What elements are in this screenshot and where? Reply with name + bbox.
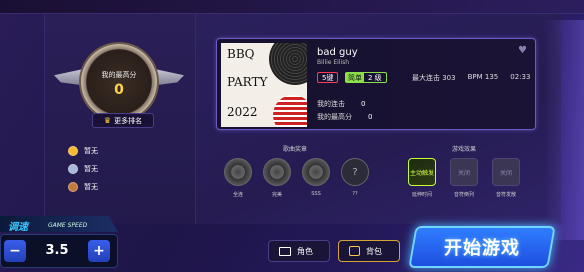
effect-note-scatter-toggle[interactable]: 关闭: [492, 158, 520, 186]
crown-icon: ♛: [103, 116, 112, 125]
rank-ring: 我的最高分 0: [81, 44, 157, 120]
award-perfect-record-icon: [263, 158, 291, 186]
speed-decrease-button[interactable]: −: [4, 240, 26, 262]
effect-extend-time-toggle[interactable]: 主动触发: [408, 158, 436, 186]
award-label-perfect: 完美: [271, 192, 282, 198]
bag-button-label: 背包: [366, 246, 382, 256]
bag-icon: [349, 246, 360, 256]
cover-line-3: 2022: [227, 105, 258, 119]
bronze-medal-icon: [68, 182, 78, 192]
my-combo-row: 我的连击 0: [317, 99, 365, 109]
edge-glow: [544, 20, 584, 240]
start-game-label: 开始游戏: [444, 238, 520, 259]
bag-button[interactable]: 背包: [338, 240, 400, 262]
medal-bronze-text: 暂无: [84, 183, 98, 191]
awards-title: 歌曲奖章: [283, 146, 308, 153]
medal-gold-text: 暂无: [84, 147, 98, 155]
effects-title: 游戏效果: [452, 146, 477, 153]
id-card-icon: [279, 246, 291, 256]
my-best-label: 我的最高分: [317, 113, 352, 121]
song-card[interactable]: BBQ PARTY 2022 bad guy Billie Eilish 5键 …: [216, 38, 536, 130]
album-cover: BBQ PARTY 2022: [221, 43, 307, 127]
my-combo-label: 我的连击: [317, 100, 345, 108]
speed-title-cn: 调速: [8, 222, 28, 233]
silver-medal-icon: [68, 164, 78, 174]
medal-silver-text: 暂无: [84, 165, 98, 173]
song-artist: Billie Eilish: [317, 59, 350, 66]
more-rank-button[interactable]: ♛ 更多排名: [92, 113, 154, 128]
best-score-label: 我的最高分: [101, 71, 137, 79]
speed-increase-button[interactable]: +: [88, 240, 110, 262]
more-rank-label: 更多排名: [114, 116, 143, 125]
my-best-value: 0: [368, 113, 373, 121]
key-count-badge: 5键: [317, 72, 339, 83]
role-button[interactable]: 角色: [268, 240, 330, 262]
difficulty-badge: 简单 2 级: [345, 72, 387, 83]
song-title: bad guy: [317, 47, 358, 58]
medal-list: 暂无 暂无 暂无: [68, 142, 98, 196]
difficulty-level: 2 级: [368, 74, 382, 82]
medal-row-silver: 暂无: [68, 160, 98, 178]
award-full-combo-record-icon: [224, 158, 252, 186]
gold-medal-icon: [68, 146, 78, 156]
role-button-label: 角色: [297, 246, 313, 256]
start-game-button[interactable]: 开始游戏: [408, 226, 556, 268]
my-best-row: 我的最高分 0: [317, 112, 372, 122]
award-sss-record-icon: [302, 158, 330, 186]
bpm: BPM 135: [467, 73, 499, 81]
effect-label-note-reverse: 音符倒列: [453, 192, 474, 198]
speed-value: 3.5: [45, 243, 69, 258]
favorite-heart-icon[interactable]: ♥: [518, 45, 527, 56]
cover-line-1: BBQ: [227, 47, 255, 61]
vinyl-disc-icon: [269, 43, 307, 85]
song-stats: 最大连击 303 BPM 135 02:33: [412, 73, 530, 83]
award-label-sss: SSS: [311, 191, 321, 197]
award-label-full-combo: 全连: [232, 192, 243, 198]
my-combo-value: 0: [361, 100, 366, 108]
cover-line-2: PARTY: [227, 75, 268, 89]
effect-label-extend-time: 延伸时间: [411, 192, 432, 198]
best-score-value: 0: [114, 82, 124, 98]
duration: 02:33: [510, 73, 531, 81]
award-unknown-question-icon: ?: [341, 158, 369, 186]
effect-label-note-scatter: 音符发散: [495, 192, 516, 198]
speed-title-en: GAME SPEED: [48, 222, 88, 229]
max-combo: 最大连击 303: [412, 74, 456, 82]
difficulty-name: 简单: [346, 73, 364, 82]
top-strip: [0, 0, 584, 14]
award-label-unknown: ??: [352, 191, 358, 197]
medal-row-gold: 暂无: [68, 142, 98, 160]
effect-note-reverse-toggle[interactable]: 关闭: [450, 158, 478, 186]
medal-row-bronze: 暂无: [68, 178, 98, 196]
plaid-decoration: [273, 95, 307, 127]
